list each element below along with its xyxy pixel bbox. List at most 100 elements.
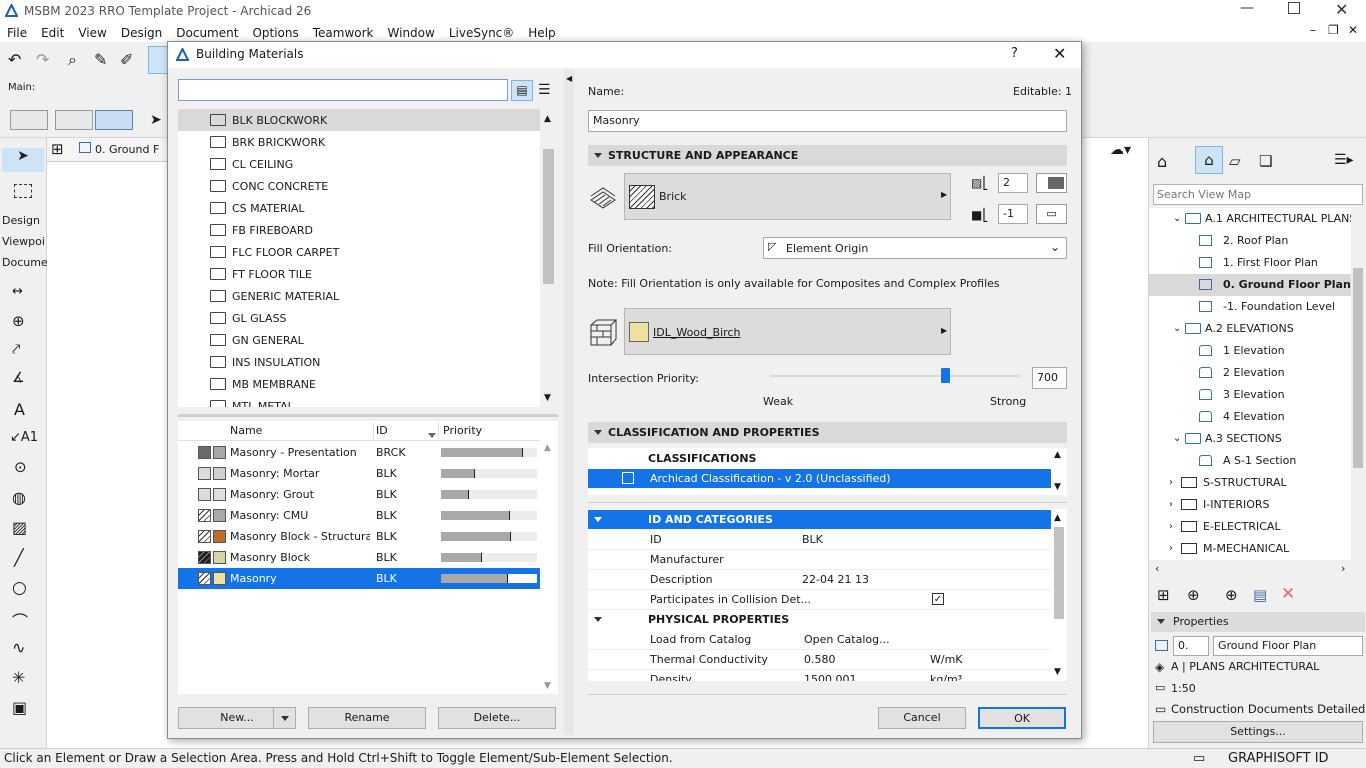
property-row[interactable]: Load from Catalog Open Catalog...: [588, 630, 1051, 650]
menu-edit[interactable]: Edit: [34, 23, 71, 40]
dialog-close-icon[interactable]: ✕: [1053, 44, 1066, 63]
graphisoft-id[interactable]: GRAPHISOFT ID: [1228, 751, 1329, 766]
scale-value[interactable]: 1:50: [1171, 682, 1196, 695]
chevron-right-icon[interactable]: ›: [1169, 516, 1173, 538]
menu-window[interactable]: Window: [381, 23, 442, 40]
doc-minimize-icon[interactable]: –: [1310, 23, 1316, 37]
elevation-dim-icon[interactable]: ⤤: [12, 340, 20, 358]
property-row[interactable]: Participates in Collision Det... ✓: [588, 590, 1051, 610]
nav-scrollbar[interactable]: [1351, 208, 1365, 560]
menu-document[interactable]: Document: [169, 23, 245, 40]
intersection-slider[interactable]: [770, 366, 1020, 386]
folder-item[interactable]: FT FLOOR TILE: [178, 263, 540, 285]
folder-item[interactable]: INS INSULATION: [178, 351, 540, 373]
property-row[interactable]: Description 22-04 21 13: [588, 570, 1051, 590]
zone-tool-icon[interactable]: ◍: [12, 488, 26, 507]
project-map-icon[interactable]: ⌂: [1157, 152, 1167, 171]
view-map-item[interactable]: 4 Elevation: [1149, 406, 1351, 428]
material-search-input[interactable]: [178, 79, 508, 101]
text-tool-icon[interactable]: A: [14, 400, 25, 419]
monitor-icon[interactable]: ▭: [1036, 204, 1067, 224]
id-categories-header[interactable]: ID AND CATEGORIES: [588, 510, 1051, 529]
classification-section-header[interactable]: CLASSIFICATION AND PROPERTIES: [588, 422, 1067, 443]
save-view-icon[interactable]: ⊞: [1157, 586, 1170, 604]
menu-options[interactable]: Options: [245, 23, 305, 40]
chevron-down-icon[interactable]: ⌄: [1173, 208, 1181, 230]
circle-tool-icon[interactable]: ○: [12, 578, 27, 598]
property-row[interactable]: ID BLK: [588, 530, 1051, 550]
new-folder-icon[interactable]: ⊕: [1225, 586, 1238, 604]
folder-item[interactable]: MTL METAL: [178, 395, 540, 407]
chevron-right-icon[interactable]: ›: [1169, 494, 1173, 516]
doc-restore-icon[interactable]: ❐: [1328, 23, 1339, 37]
publisher-icon[interactable]: ❏: [1259, 152, 1272, 170]
cancel-button[interactable]: Cancel: [878, 707, 966, 729]
column-priority[interactable]: Priority: [443, 424, 482, 437]
sort-chevron-icon[interactable]: [428, 428, 436, 441]
material-row[interactable]: Masonry - Presentation BRCK: [178, 442, 540, 463]
fill-tool-icon[interactable]: ▨: [12, 518, 27, 537]
help-button[interactable]: ?: [1011, 46, 1018, 61]
view-map-item[interactable]: 3 Elevation: [1149, 384, 1351, 406]
chevron-down-icon[interactable]: [273, 708, 295, 728]
folder-item[interactable]: FB FIREBOARD: [178, 219, 540, 241]
property-row[interactable]: Density 1500.001 kg/m³: [588, 670, 1051, 681]
material-row[interactable]: Masonry: Grout BLK: [178, 484, 540, 505]
spline-tool-icon[interactable]: ∿: [12, 638, 25, 657]
nav-scroll-left[interactable]: ‹: [1155, 562, 1159, 575]
model-view-options[interactable]: Construction Documents Detailed: [1171, 702, 1365, 716]
material-row[interactable]: Masonry BLK: [178, 568, 540, 589]
injection-icon[interactable]: ✐: [120, 50, 133, 69]
label-tool-icon[interactable]: ↙A1: [10, 430, 38, 445]
view-map-item[interactable]: -1. Foundation Level: [1149, 296, 1351, 318]
pointer-icon[interactable]: ➤: [150, 112, 162, 128]
surface-selector[interactable]: IDL_Wood_Birch ▶: [624, 308, 951, 355]
undo-icon[interactable]: ↶: [8, 50, 21, 69]
ok-button[interactable]: OK: [978, 707, 1066, 729]
menu-teamwork[interactable]: Teamwork: [306, 23, 381, 40]
properties-scrollbar[interactable]: ▲ ▼: [1051, 509, 1067, 681]
view-map-item[interactable]: ⌄ A.3 SECTIONS: [1149, 428, 1351, 450]
close-app-icon[interactable]: ✕: [1335, 0, 1348, 19]
arrow-tool[interactable]: ➤: [2, 148, 44, 172]
folder-item[interactable]: CS MATERIAL: [178, 197, 540, 219]
table-scrollbar[interactable]: ▲ ▼: [540, 441, 557, 694]
dimension-tool-icon[interactable]: ↔: [12, 284, 23, 299]
prop-name-field[interactable]: Ground Floor Plan: [1213, 636, 1363, 656]
chevron-down-icon[interactable]: ⌄: [1173, 318, 1181, 340]
folder-divider[interactable]: [178, 414, 558, 417]
graphisoft-icon[interactable]: ▭: [1193, 751, 1205, 766]
fill-pen-field[interactable]: 2: [998, 173, 1028, 193]
view-map-item[interactable]: 1. First Floor Plan: [1149, 252, 1351, 274]
nav-scroll-right[interactable]: ›: [1341, 562, 1345, 575]
folder-item[interactable]: GENERIC MATERIAL: [178, 285, 540, 307]
view-map-item[interactable]: › I-INTERIORS: [1149, 494, 1351, 516]
view-options-icon[interactable]: ☁▾: [1110, 142, 1131, 158]
new-view-icon[interactable]: ⊕: [1187, 586, 1200, 604]
figure-tool-icon[interactable]: ▣: [12, 698, 27, 717]
redo-icon[interactable]: ↷: [36, 50, 49, 69]
menu-view[interactable]: View: [71, 23, 113, 40]
menu-livesync[interactable]: LiveSync®: [442, 23, 521, 40]
hotspot-tool-icon[interactable]: ✳: [12, 668, 25, 687]
structure-section-header[interactable]: STRUCTURE AND APPEARANCE: [588, 145, 1067, 166]
view-map-item[interactable]: 0. Ground Floor Plan: [1149, 274, 1351, 296]
property-row[interactable]: Manufacturer: [588, 550, 1051, 570]
folder-item[interactable]: GN GENERAL: [178, 329, 540, 351]
property-row[interactable]: Thermal Conductivity 0.580 W/mK: [588, 650, 1051, 670]
view-settings-icon[interactable]: ▤: [1253, 586, 1267, 604]
view-grid-icon[interactable]: ⊞: [51, 140, 64, 158]
layer-combo[interactable]: A | PLANS ARCHITECTURAL: [1171, 660, 1319, 673]
intersection-value-field[interactable]: 700: [1032, 367, 1067, 389]
marquee-button[interactable]: [55, 110, 93, 130]
view-map-item[interactable]: ⌄ A.2 ELEVATIONS: [1149, 318, 1351, 340]
chevron-right-icon[interactable]: ›: [1169, 472, 1173, 494]
layout-book-icon[interactable]: ▱: [1229, 152, 1241, 170]
folder-item[interactable]: BLK BLOCKWORK: [178, 109, 540, 131]
folder-view-icon[interactable]: ▤: [511, 80, 533, 101]
doc-close-icon[interactable]: ✕: [1348, 23, 1358, 37]
delete-button[interactable]: Delete...: [438, 707, 556, 729]
toolbox-tab-design[interactable]: Design: [2, 214, 40, 227]
classification-scrollbar[interactable]: ▲ ▼: [1051, 448, 1067, 495]
view-map-item[interactable]: 1 Elevation: [1149, 340, 1351, 362]
